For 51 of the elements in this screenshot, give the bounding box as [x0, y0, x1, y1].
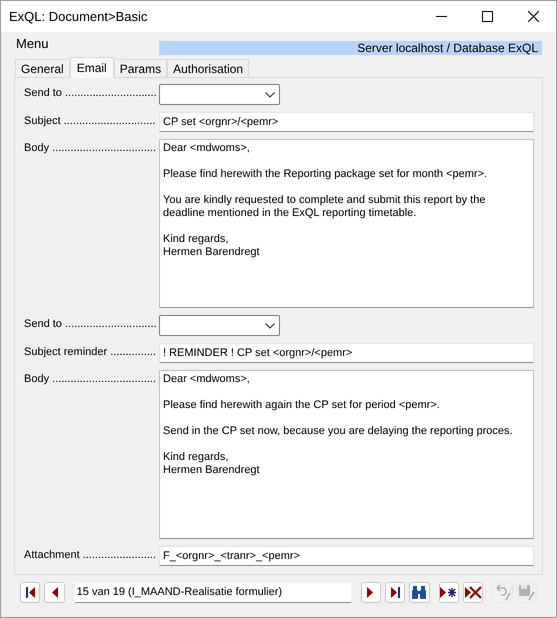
previous-record-button[interactable]	[44, 582, 65, 603]
field-label: Attachment ........................	[23, 548, 158, 563]
tab[interactable]: Email	[70, 57, 114, 78]
window-title: ExQL: Document>Basic	[9, 8, 148, 26]
next-record-button[interactable]	[360, 582, 381, 603]
tab[interactable]: General	[15, 59, 70, 77]
last-record-button[interactable]	[385, 582, 406, 603]
text-field[interactable]: ! REMINDER ! CP set <orgnr>/<pemr>	[159, 343, 534, 363]
body-paragraph: Send in the CP set now, because you are delaying the reporting proces.	[163, 425, 514, 438]
find-button[interactable]	[409, 582, 430, 603]
dropdown-field[interactable]	[159, 315, 280, 336]
body-text-area[interactable]: Dear <mdwoms>, Please find herewith again the CP set for period <pemr>. Send in the CP set now, because you are delaying the reporting proces. Kind regards, Hermen Barendregt	[159, 370, 534, 539]
previous-record-icon	[50, 587, 58, 598]
dropdown-field[interactable]	[159, 84, 280, 105]
field-label: Subject ..............................	[23, 114, 156, 129]
tab[interactable]: Authorisation	[167, 59, 250, 77]
menu-button[interactable]: Menu	[16, 36, 49, 52]
binoculars-icon	[411, 586, 428, 599]
next-record-icon	[367, 587, 374, 598]
tab[interactable]: Params	[114, 59, 168, 77]
body-paragraph: You are kindly requested to complete and submit this report by the deadline mentioned in the ExQL reporting timetable.	[163, 194, 486, 220]
body-paragraph: Please find herewith the Reporting package set for month <pemr>.	[163, 168, 488, 181]
close-icon	[528, 11, 538, 22]
body-paragraph: Kind regards, Hermen Barendregt	[163, 233, 261, 259]
body-text-area[interactable]	[159, 139, 534, 308]
body-paragraph: Kind regards, Hermen Barendregt	[163, 451, 261, 477]
delete-record-button[interactable]	[462, 582, 484, 603]
field-label: Body ..................................	[23, 141, 158, 156]
chevron-down-icon	[265, 322, 275, 328]
connection-status-bar: Server localhost / Database ExQL	[159, 41, 542, 55]
new-record-icon	[440, 587, 458, 598]
text-field[interactable]: CP set <orgnr>/<pemr>	[159, 112, 534, 132]
new-record-button[interactable]	[438, 582, 459, 603]
minimize-icon	[436, 16, 446, 17]
field-label: Send to ..............................	[23, 86, 158, 101]
first-record-icon	[24, 587, 36, 598]
body-paragraph: Dear <mdwoms>,	[163, 142, 251, 155]
field-label: Body ..................................	[23, 372, 158, 387]
text-field[interactable]: F_<orgnr>_<tranr>_<pemr>	[159, 546, 534, 566]
field-label: Subject reminder ...............	[23, 345, 158, 360]
field-label: Send to ..............................	[23, 317, 158, 332]
save-icon	[518, 584, 536, 601]
last-record-icon	[390, 587, 401, 598]
chevron-down-icon	[265, 92, 275, 98]
first-record-button[interactable]	[20, 582, 40, 603]
delete-record-icon	[464, 586, 482, 599]
body-paragraph: Please find herewith again the CP set for period <pemr>.	[163, 399, 441, 412]
record-field[interactable]: 15 van 19 (I_MAAND-Realisatie formulier)	[74, 582, 351, 602]
undo-icon	[494, 584, 511, 601]
body-paragraph: Dear <mdwoms>,	[163, 373, 251, 386]
maximize-icon	[482, 11, 492, 22]
